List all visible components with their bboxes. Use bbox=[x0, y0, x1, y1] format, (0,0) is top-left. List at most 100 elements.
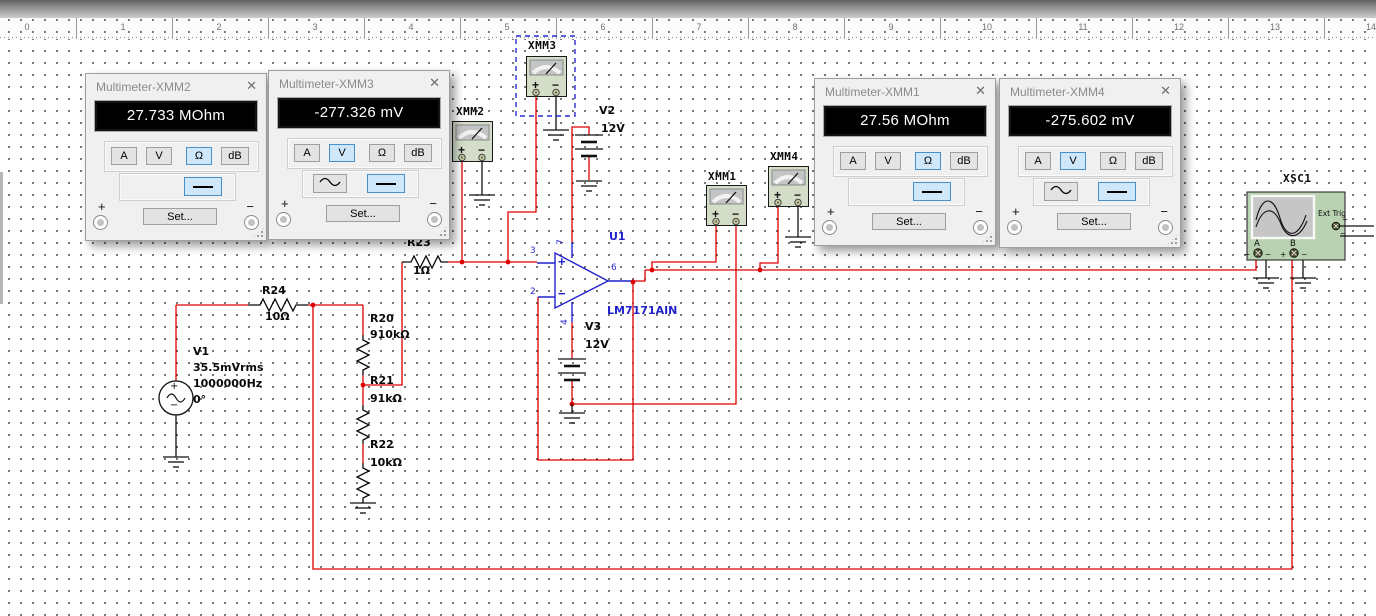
resistance-mode-button[interactable]: Ω bbox=[186, 147, 212, 165]
dc-line-icon bbox=[922, 190, 942, 193]
v1-minus-sign: − bbox=[170, 400, 179, 411]
negative-terminal[interactable] bbox=[244, 215, 259, 230]
minus-terminal-label: − bbox=[429, 196, 437, 211]
label-channel-a: A bbox=[1254, 239, 1260, 249]
resistor-r20[interactable] bbox=[355, 335, 371, 375]
dc-line-icon bbox=[376, 182, 396, 185]
voltage-mode-button[interactable]: V bbox=[146, 147, 172, 165]
set-button[interactable]: Set... bbox=[1057, 213, 1131, 230]
label-r21-ref: R21 bbox=[370, 374, 394, 387]
close-icon[interactable]: ✕ bbox=[1160, 83, 1171, 99]
multimeter-icon-xmm2[interactable] bbox=[450, 119, 495, 164]
channel-b-minus: − bbox=[1301, 250, 1308, 259]
dc-mode-button[interactable] bbox=[184, 177, 222, 196]
resistance-mode-button[interactable]: Ω bbox=[915, 152, 941, 170]
plus-terminal-label: + bbox=[827, 204, 835, 219]
set-button[interactable]: Set... bbox=[143, 208, 217, 225]
close-icon[interactable]: ✕ bbox=[246, 78, 257, 94]
current-mode-button[interactable]: A bbox=[111, 147, 137, 165]
multimeter-icon-xmm4[interactable] bbox=[766, 164, 811, 209]
current-mode-button[interactable]: A bbox=[294, 144, 320, 162]
close-icon[interactable]: ✕ bbox=[429, 75, 440, 91]
db-mode-button[interactable]: dB bbox=[404, 144, 432, 162]
plus-terminal-label: + bbox=[1012, 204, 1020, 219]
label-v1-amplitude: 35.5mVrms bbox=[193, 361, 264, 374]
dc-line-icon bbox=[1107, 190, 1127, 193]
resistance-mode-button[interactable]: Ω bbox=[369, 144, 395, 162]
dc-mode-button[interactable] bbox=[367, 174, 405, 193]
dc-mode-button[interactable] bbox=[1098, 182, 1136, 201]
set-button[interactable]: Set... bbox=[872, 213, 946, 230]
resistor-r21[interactable] bbox=[355, 405, 371, 444]
plus-terminal-label: + bbox=[98, 199, 106, 214]
mode-panel: A V Ω dB bbox=[1018, 146, 1173, 177]
mode-panel: A V Ω dB bbox=[287, 138, 442, 169]
dc-mode-button[interactable] bbox=[913, 182, 951, 201]
voltage-mode-button[interactable]: V bbox=[875, 152, 901, 170]
signal-panel bbox=[848, 178, 965, 206]
multimeter-window-xmm2[interactable]: Multimeter-XMM2 ✕ 27.733 MOhm A V Ω dB S… bbox=[85, 73, 267, 241]
resize-grip[interactable] bbox=[1166, 233, 1179, 246]
opamp-plus-sign: + bbox=[558, 254, 566, 269]
positive-terminal[interactable] bbox=[93, 215, 108, 230]
label-v3-value: 12V bbox=[585, 338, 609, 351]
label-v1-phase: 0° bbox=[193, 393, 207, 406]
minus-terminal-label: − bbox=[246, 199, 254, 214]
db-mode-button[interactable]: dB bbox=[950, 152, 978, 170]
db-mode-button[interactable]: dB bbox=[221, 147, 249, 165]
positive-terminal[interactable] bbox=[822, 220, 837, 235]
battery-v2[interactable] bbox=[575, 134, 603, 158]
meter-reading: -277.326 mV bbox=[277, 97, 441, 129]
negative-terminal[interactable] bbox=[1158, 220, 1173, 235]
window-title: Multimeter-XMM1 bbox=[825, 85, 920, 99]
multimeter-window-xmm4[interactable]: Multimeter-XMM4 ✕ -275.602 mV A V Ω dB S… bbox=[999, 78, 1181, 248]
resistor-r22[interactable] bbox=[355, 463, 371, 503]
voltage-mode-button[interactable]: V bbox=[1060, 152, 1086, 170]
multimeter-icon-xmm3[interactable] bbox=[524, 54, 569, 99]
positive-terminal[interactable] bbox=[276, 212, 291, 227]
meter-reading: 27.733 MOhm bbox=[94, 100, 258, 132]
meter-reading: -275.602 mV bbox=[1008, 105, 1172, 137]
label-v3-ref: V3 bbox=[585, 320, 602, 333]
positive-terminal[interactable] bbox=[1007, 220, 1022, 235]
battery-v3[interactable] bbox=[558, 358, 586, 382]
negative-terminal[interactable] bbox=[973, 220, 988, 235]
opamp-minus-sign: − bbox=[558, 286, 566, 301]
multimeter-icon-xmm1[interactable] bbox=[704, 183, 749, 228]
label-channel-b: B bbox=[1290, 239, 1296, 249]
negative-terminal[interactable] bbox=[427, 212, 442, 227]
label-r23-value: 1Ω bbox=[413, 264, 431, 277]
pin-label-7: 7 bbox=[555, 239, 566, 245]
minus-terminal-label: − bbox=[975, 204, 983, 219]
label-xmm3: XMM3 bbox=[528, 39, 557, 52]
signal-panel bbox=[1033, 178, 1150, 206]
pin-label-6: 6 bbox=[611, 263, 617, 273]
plus-terminal-label: + bbox=[281, 196, 289, 211]
current-mode-button[interactable]: A bbox=[1025, 152, 1051, 170]
sine-icon bbox=[319, 177, 341, 186]
label-xmm2: XMM2 bbox=[456, 105, 485, 118]
label-v1-frequency: 1000000Hz bbox=[193, 377, 263, 390]
ac-mode-button[interactable] bbox=[1044, 182, 1078, 201]
voltage-mode-button[interactable]: V bbox=[329, 144, 355, 162]
ext-trig-minus: − bbox=[1340, 229, 1347, 238]
set-button[interactable]: Set... bbox=[326, 205, 400, 222]
close-icon[interactable]: ✕ bbox=[975, 83, 986, 99]
db-mode-button[interactable]: dB bbox=[1135, 152, 1163, 170]
resistance-mode-button[interactable]: Ω bbox=[1100, 152, 1126, 170]
label-u1-ref: U1 bbox=[609, 230, 626, 243]
multisim-workspace: 0 1 2 3 4 5 6 7 8 9 10 11 12 13 14 + − R… bbox=[0, 0, 1376, 616]
resize-grip[interactable] bbox=[435, 225, 448, 238]
signal-panel bbox=[302, 170, 419, 198]
multimeter-window-xmm1[interactable]: Multimeter-XMM1 ✕ 27.56 MOhm A V Ω dB Se… bbox=[814, 78, 996, 246]
label-v1-ref: V1 bbox=[193, 345, 210, 358]
channel-b-plus: + bbox=[1280, 250, 1287, 259]
label-xmm1: XMM1 bbox=[708, 170, 737, 183]
label-r21-value: 91kΩ bbox=[370, 392, 402, 405]
multimeter-window-xmm3[interactable]: Multimeter-XMM3 ✕ -277.326 mV A V Ω dB S… bbox=[268, 70, 450, 240]
current-mode-button[interactable]: A bbox=[840, 152, 866, 170]
window-title: Multimeter-XMM2 bbox=[96, 80, 191, 94]
label-xmm4: XMM4 bbox=[770, 150, 799, 163]
label-r22-ref: R22 bbox=[370, 438, 394, 451]
ac-mode-button[interactable] bbox=[313, 174, 347, 193]
